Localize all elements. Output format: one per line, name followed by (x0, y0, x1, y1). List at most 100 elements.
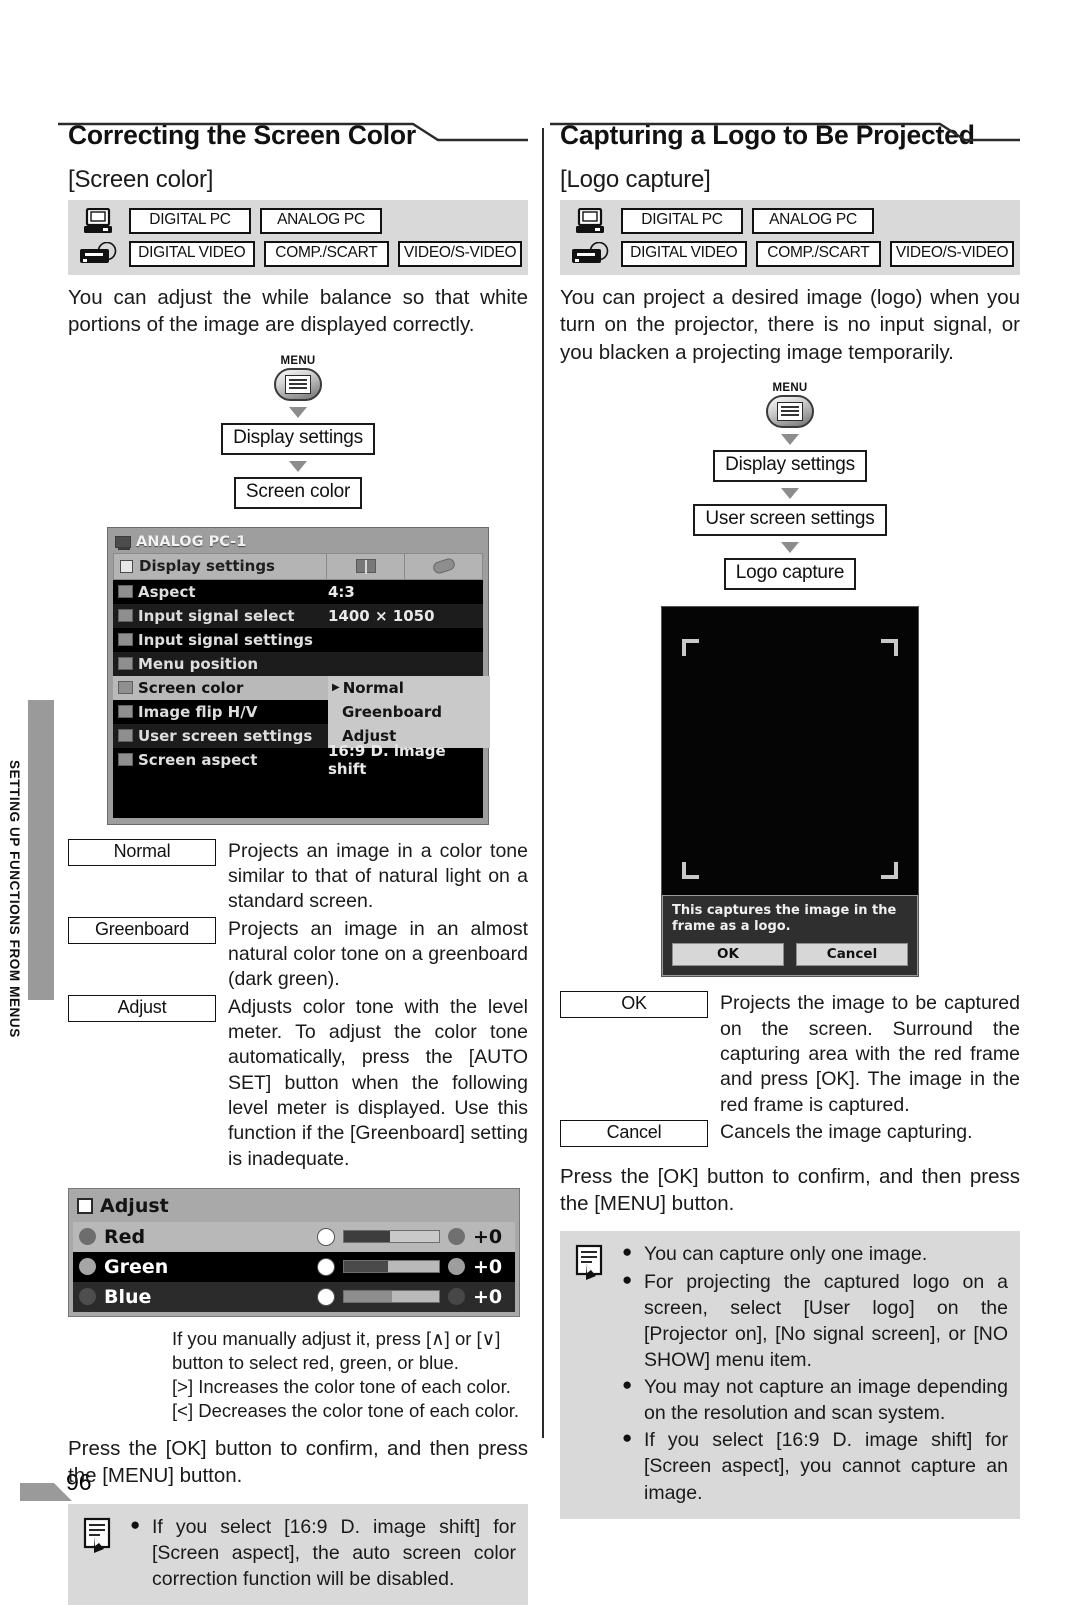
left-flow-chart: MENU Display settings Screen color (68, 355, 528, 509)
slider-right-knob[interactable] (448, 1258, 465, 1276)
green-level-meter[interactable] (343, 1260, 440, 1274)
capture-dialog-text: This captures the image in the frame as … (672, 902, 897, 934)
osd-row-label: Image flip H/V (138, 702, 258, 721)
user-screen-icon (118, 729, 133, 742)
flow-arrow-down-icon (289, 460, 307, 472)
badge-row-video: DIGITAL VIDEO COMP./SCART VIDEO/S-VIDEO (76, 240, 523, 268)
adjust-row-green: Green +0 (73, 1251, 515, 1282)
meter-fill (344, 1291, 392, 1303)
screen-aspect-icon (118, 753, 133, 766)
red-level-meter[interactable] (343, 1230, 440, 1244)
list-item: ● For projecting the captured logo on a … (622, 1269, 1008, 1374)
badge-digital-video: DIGITAL VIDEO (621, 241, 747, 267)
red-dot-icon (79, 1228, 96, 1246)
menu-button-icon (766, 394, 814, 428)
osd-row-label-wrap: Image flip H/V (113, 703, 328, 721)
flow-step-user-screen-settings: User screen settings (693, 503, 887, 536)
flow-step-display-settings: Display settings (221, 422, 375, 455)
osd-row-label: User screen settings (138, 726, 313, 745)
desktop-computer-icon (76, 207, 120, 235)
adjust-row-name-wrap: Green (79, 1256, 309, 1278)
left-input-badge-strip: DIGITAL PC ANALOG PC DIGITAL VIDEO COMP.… (68, 200, 528, 275)
right-option-table: OK Projects the image to be captured on … (560, 991, 1020, 1147)
osd-row-label: Screen color (138, 678, 244, 697)
badge-row-pc: DIGITAL PC ANALOG PC (568, 207, 1014, 235)
osd-row-label-wrap: Screen color (113, 679, 328, 697)
adjust-row-name-wrap: Blue (79, 1286, 309, 1308)
book-icon (355, 559, 376, 574)
option-key-greenboard: Greenboard (68, 916, 216, 944)
adjust-note-1: If you manually adjust it, press [∧] or … (172, 1327, 501, 1374)
blue-level-meter[interactable] (343, 1290, 440, 1304)
slider-left-knob[interactable] (317, 1287, 335, 1306)
screen-color-icon (118, 681, 133, 694)
capture-frame-area (662, 606, 918, 895)
slider-left-knob[interactable] (317, 1257, 335, 1276)
flow-step-display-settings: Display settings (713, 449, 867, 482)
header-rule-decoration (58, 122, 528, 142)
left-note-list: ● If you select [16:9 D. image shift] fo… (130, 1514, 516, 1593)
menu-button-caption: MENU (772, 381, 808, 394)
option-desc-cancel: Cancels the image capturing. (720, 1120, 973, 1143)
option-desc-normal: Projects an image in a color tone simila… (228, 839, 528, 913)
note-memo-icon (570, 1241, 612, 1506)
menu-position-icon (118, 657, 133, 670)
option-key-adjust: Adjust (68, 994, 216, 1022)
badge-video-s-video: VIDEO/S-VIDEO (398, 241, 523, 267)
osd-tab-checkbox-icon (120, 559, 133, 573)
slider-right-knob[interactable] (448, 1288, 465, 1306)
flow-arrow-down-icon (781, 487, 799, 499)
osd-menu-screenshot: ANALOG PC-1 Display settings Aspect 4:3 … (107, 526, 490, 825)
right-note-list: ● You can capture only one image. ● For … (622, 1241, 1008, 1506)
osd-row-label-wrap: User screen settings (113, 727, 328, 745)
osd-tab-display-settings: Display settings (114, 554, 326, 579)
right-note-text-2: For projecting the captured logo on a sc… (644, 1270, 1008, 1371)
osd-submenu-anchor: Screen color Image flip H/V User screen … (113, 675, 490, 748)
slider-left-knob[interactable] (317, 1227, 335, 1246)
flow-arrow-down-icon (289, 406, 307, 418)
signal-select-icon (118, 609, 133, 622)
video-deck-icon (568, 242, 612, 266)
adjust-note-3: [<] Decreases the color tone of each col… (172, 1400, 520, 1422)
right-intro-paragraph: You can project a desired image (logo) w… (560, 286, 1020, 364)
chapter-side-tab-label: SETTING UP FUNCTIONS FROM MENUS (7, 760, 22, 1038)
menu-lines-icon (777, 401, 803, 421)
right-column: Capturing a Logo to Be Projected [Logo c… (550, 118, 1020, 1519)
list-item: ● If you select [16:9 D. image shift] fo… (622, 1427, 1008, 1505)
left-confirm-paragraph: Press the [OK] button to confirm, and th… (68, 1437, 528, 1488)
osd-row-label-wrap: Screen aspect (113, 751, 328, 769)
option-key-normal: Normal (68, 838, 216, 866)
right-section-header: Capturing a Logo to Be Projected (550, 118, 1020, 164)
note-bullet-icon: ● (622, 1428, 633, 1448)
osd-row-label: Input signal settings (138, 630, 313, 649)
table-row: Adjust Adjusts color tone with the level… (68, 994, 528, 1172)
osd-row-label-wrap: Aspect (113, 583, 328, 601)
osd-submenu-item-normal[interactable]: Normal (328, 676, 490, 700)
aspect-icon (118, 585, 133, 598)
badge-analog-pc: ANALOG PC (260, 208, 382, 234)
osd-tab-label: Display settings (139, 557, 275, 575)
right-input-badge-strip: DIGITAL PC ANALOG PC DIGITAL VIDEO COMP.… (560, 200, 1020, 275)
osd-row-value: 1400 × 1050 (328, 606, 435, 625)
capture-confirm-dialog: This captures the image in the frame as … (662, 894, 918, 977)
slider-right-knob[interactable] (448, 1228, 465, 1246)
left-intro-paragraph: You can adjust the while balance so that… (68, 286, 528, 337)
right-note-box: ● You can capture only one image. ● For … (560, 1231, 1020, 1519)
ok-button[interactable]: OK (672, 943, 784, 967)
option-key-cancel: Cancel (560, 1119, 708, 1147)
right-note-text-1: You can capture only one image. (644, 1243, 928, 1266)
frame-corner-top-right-icon (881, 638, 898, 656)
badge-digital-pc: DIGITAL PC (621, 208, 743, 234)
right-note-text-4: If you select [16:9 D. image shift] for … (644, 1429, 1008, 1504)
cancel-button[interactable]: Cancel (796, 943, 908, 967)
green-dot-icon (79, 1258, 96, 1276)
osd-row-screen-aspect: Screen aspect 16:9 D. image shift (113, 742, 483, 778)
note-bullet-icon: ● (622, 1375, 633, 1395)
flow-arrow-down-icon (781, 433, 799, 445)
osd-submenu-item-greenboard[interactable]: Greenboard (328, 700, 490, 724)
list-item: ● You can capture only one image. (622, 1241, 1008, 1267)
frame-corner-bottom-left-icon (682, 861, 699, 879)
flow-arrow-down-icon (781, 541, 799, 553)
osd-row-label-wrap: Input signal settings (113, 631, 328, 649)
left-note-box: ● If you select [16:9 D. image shift] fo… (68, 1503, 528, 1605)
